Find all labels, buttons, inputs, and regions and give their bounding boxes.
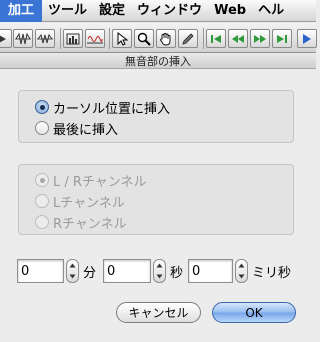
- stepper-down-icon[interactable]: [236, 271, 247, 282]
- toolbar: [0, 23, 317, 53]
- hand-icon[interactable]: [156, 29, 176, 48]
- rewind-icon[interactable]: [228, 29, 248, 48]
- waveform-a-icon[interactable]: [13, 29, 33, 48]
- radio-insert-at-cursor[interactable]: カーソル位置に挿入: [35, 98, 171, 117]
- seconds-field[interactable]: [103, 259, 151, 283]
- menu-window[interactable]: ウィンドウ: [131, 0, 208, 22]
- radio-l-channel[interactable]: Lチャンネル: [35, 192, 125, 211]
- radio-label: カーソル位置に挿入: [53, 101, 171, 117]
- milliseconds-unit: ミリ秒: [252, 266, 292, 281]
- pointer-icon[interactable]: [112, 29, 132, 48]
- seconds-stepper[interactable]: [153, 259, 166, 283]
- menu-settings[interactable]: 設定: [93, 0, 131, 22]
- milliseconds-stepper[interactable]: [235, 259, 248, 283]
- menu-edit[interactable]: 加工: [0, 0, 43, 22]
- menu-tools[interactable]: ツール: [42, 0, 93, 22]
- stepper-up-icon[interactable]: [236, 260, 247, 271]
- waveform-zoom-icon[interactable]: [85, 29, 105, 48]
- radio-label: Rチャンネル: [53, 216, 127, 232]
- spectrum-icon[interactable]: [63, 29, 83, 48]
- radio-insert-at-end[interactable]: 最後に挿入: [35, 119, 119, 138]
- stepper-down-icon[interactable]: [67, 271, 78, 282]
- skip-to-end-icon[interactable]: [272, 29, 292, 48]
- stepper-up-icon[interactable]: [67, 260, 78, 271]
- radio-label: 最後に挿入: [53, 122, 119, 138]
- radio-button[interactable]: [35, 215, 49, 229]
- radio-button-selected[interactable]: [35, 100, 49, 114]
- fast-forward-icon[interactable]: [250, 29, 270, 48]
- magnifier-icon[interactable]: [134, 29, 154, 48]
- radio-r-channel[interactable]: Rチャンネル: [35, 213, 127, 232]
- insert-position-group: カーソル位置に挿入 最後に挿入: [18, 90, 294, 143]
- play-partial-icon[interactable]: [0, 29, 12, 48]
- ok-button[interactable]: OK: [212, 302, 296, 323]
- radio-lr-channel[interactable]: L / Rチャンネル: [35, 171, 147, 190]
- radio-button[interactable]: [35, 194, 49, 208]
- radio-button-selected[interactable]: [35, 173, 49, 187]
- radio-label: L / Rチャンネル: [53, 174, 147, 190]
- stepper-up-icon[interactable]: [154, 260, 165, 271]
- channel-group: L / Rチャンネル Lチャンネル Rチャンネル: [18, 164, 294, 235]
- dialog-title: 無音部の挿入: [0, 54, 316, 69]
- play-icon[interactable]: [297, 29, 317, 48]
- stepper-down-icon[interactable]: [154, 271, 165, 282]
- menu-web[interactable]: Web: [208, 0, 252, 22]
- milliseconds-field[interactable]: [188, 259, 233, 283]
- menu-bar: 加工 ツール 設定 ウィンドウ Web ヘル: [0, 0, 316, 22]
- skip-to-start-icon[interactable]: [206, 29, 226, 48]
- minutes-field[interactable]: [17, 259, 64, 283]
- radio-button[interactable]: [35, 121, 49, 135]
- cancel-button[interactable]: キャンセル: [116, 302, 201, 323]
- waveform-b-icon[interactable]: [35, 29, 55, 48]
- minutes-unit: 分: [83, 266, 97, 281]
- minutes-stepper[interactable]: [66, 259, 79, 283]
- seconds-unit: 秒: [170, 266, 184, 281]
- menu-help[interactable]: ヘル: [252, 0, 290, 22]
- radio-label: Lチャンネル: [53, 195, 125, 211]
- pencil-icon[interactable]: [178, 29, 198, 48]
